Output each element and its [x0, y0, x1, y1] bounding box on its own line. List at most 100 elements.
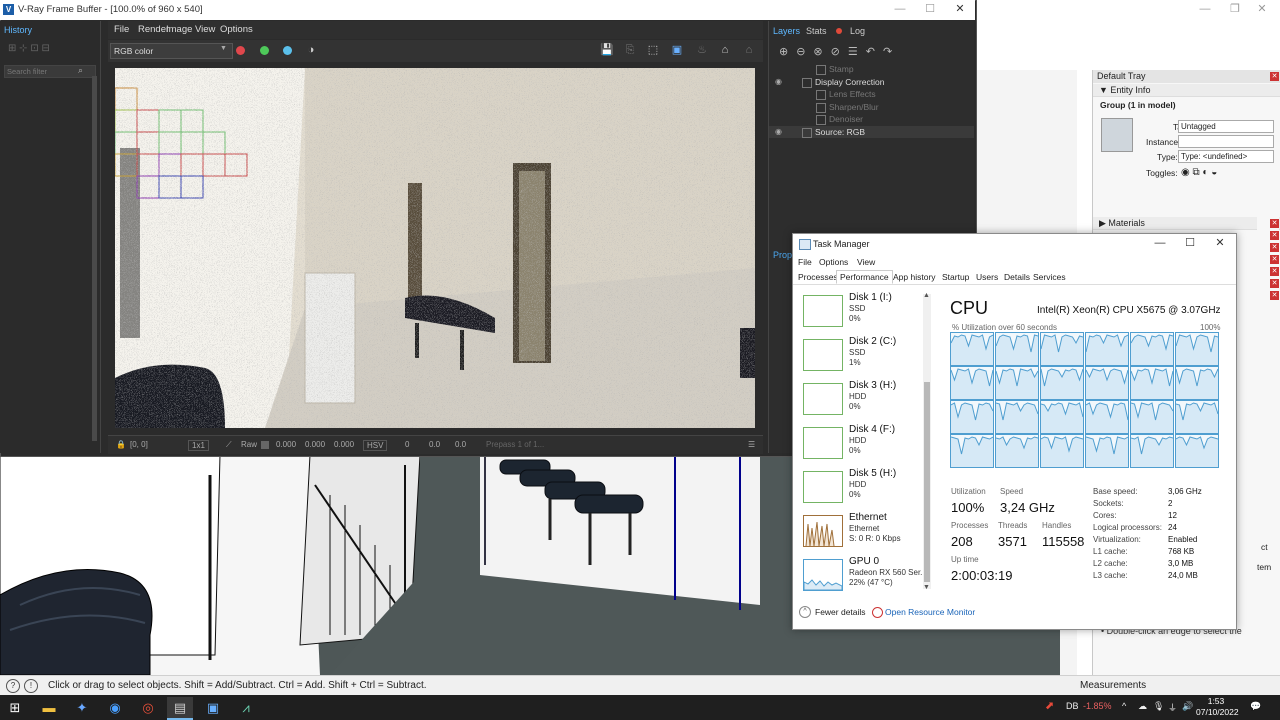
entity-info-section[interactable]: ▼ Entity Info — [1093, 84, 1280, 97]
chrome-icon[interactable]: ◎ — [135, 697, 161, 718]
info-icon[interactable]: ! — [24, 679, 38, 693]
fewer-details-link[interactable]: Fewer details — [815, 607, 866, 617]
notification-icon[interactable]: 💬 — [1250, 701, 1261, 712]
menu-image[interactable]: Image — [166, 24, 192, 35]
file-explorer-icon[interactable]: ▬ — [36, 697, 62, 718]
clock[interactable]: 1:53 07/10/2022 — [1196, 696, 1239, 718]
interactive-render-icon[interactable]: ♨ — [695, 43, 709, 57]
layer-toolbar-icons[interactable]: ⊕⊖⊗⊘☰↶↷ — [779, 45, 900, 58]
tab-processes[interactable]: Processes — [798, 272, 838, 282]
cloud-icon[interactable]: ☁ — [1138, 701, 1147, 712]
browser-icon[interactable]: ◉ — [102, 697, 128, 718]
channel-select[interactable]: RGB color — [110, 43, 233, 59]
save-all-icon[interactable]: ⎘ — [623, 43, 637, 57]
layer-row[interactable]: Lens Effects — [769, 88, 974, 100]
instance-field[interactable] — [1178, 135, 1274, 148]
render-icon[interactable]: ⌂ — [718, 43, 732, 57]
layer-row[interactable]: Stamp — [769, 63, 974, 75]
close-icon[interactable]: ✕ — [1270, 243, 1279, 252]
close-icon[interactable]: ✕ — [1270, 231, 1279, 240]
minimize-icon[interactable]: — — [1190, 0, 1220, 20]
close-icon[interactable]: ✕ — [1270, 291, 1279, 300]
blue-channel-toggle[interactable] — [283, 46, 292, 55]
red-channel-toggle[interactable] — [236, 46, 245, 55]
green-channel-toggle[interactable] — [260, 46, 269, 55]
history-toolbar-icons[interactable]: ⊞ ⊹ ⊡ ⊟ — [8, 43, 50, 54]
zoom-select[interactable]: 1x1 — [188, 440, 209, 451]
materials-section[interactable]: ▶ Materials — [1093, 217, 1280, 230]
layer-row[interactable]: Denoiser — [769, 113, 974, 125]
log-icon[interactable]: ☰ — [748, 440, 755, 449]
tab-details[interactable]: Details — [1004, 272, 1030, 282]
close-icon[interactable]: ✕ — [1205, 234, 1235, 254]
tab-services[interactable]: Services — [1033, 272, 1066, 282]
device-list-item[interactable]: Disk 1 (I:) SSD 0% — [801, 292, 931, 332]
layer-row[interactable]: ◉ Source: RGB — [769, 125, 974, 138]
close-icon[interactable]: ✕ — [1270, 279, 1279, 288]
layer-row[interactable]: Sharpen/Blur — [769, 101, 974, 113]
close-icon[interactable]: ✕ — [1270, 72, 1279, 81]
maximize-icon[interactable]: ☐ — [915, 0, 945, 20]
tag-select[interactable]: Untagged — [1178, 120, 1274, 133]
lock-icon[interactable]: 🔒 — [116, 440, 126, 449]
history-tab[interactable]: History — [4, 25, 32, 35]
tab-stats[interactable]: Stats — [806, 26, 827, 36]
volume-icon[interactable]: 🔊 — [1182, 701, 1193, 712]
help-icon[interactable]: ? — [6, 679, 20, 693]
chevron-up-icon[interactable]: ^ — [1122, 701, 1126, 711]
cpu-core-graphs[interactable] — [950, 332, 1219, 469]
device-list-scrollbar[interactable]: ▲ ▼ — [923, 292, 931, 591]
device-list-item[interactable]: Disk 3 (H:) HDD 0% — [801, 380, 931, 420]
eye-icon[interactable]: ◉ — [775, 76, 785, 88]
minimize-icon[interactable]: — — [885, 0, 915, 20]
close-icon[interactable]: ✕ — [1270, 267, 1279, 276]
usb-icon[interactable]: ⏚ — [1168, 701, 1177, 714]
device-list-item[interactable]: GPU 0 Radeon RX 560 Ser... 22% (47 °C) — [801, 556, 931, 591]
menu-file[interactable]: File — [114, 24, 129, 35]
menu-render[interactable]: Render — [138, 24, 169, 35]
close-icon[interactable]: ✕ — [1270, 219, 1279, 228]
history-scrollbar[interactable] — [92, 76, 97, 441]
maximize-icon[interactable]: ☐ — [1175, 234, 1205, 254]
chevron-down-icon[interactable]: ▼ — [923, 584, 930, 591]
tab-performance[interactable]: Performance — [836, 270, 893, 284]
menu-options[interactable]: Options — [819, 257, 848, 267]
start-icon[interactable]: ⊞ — [2, 697, 28, 718]
chevron-up-icon[interactable]: ^ — [799, 606, 811, 618]
save-image-icon[interactable]: 💾 — [600, 43, 614, 57]
close-icon[interactable]: ✕ — [1247, 0, 1277, 20]
restore-icon[interactable]: ❐ — [1220, 0, 1250, 20]
search-icon[interactable]: ⌕ — [78, 65, 83, 76]
scroll-thumb[interactable] — [924, 382, 930, 582]
toggle-icons[interactable]: ◉ ⧉ ◐ ◒ — [1181, 167, 1217, 178]
task-manager-taskbar-icon[interactable]: ⩘ — [233, 697, 259, 718]
device-list-item[interactable]: Disk 4 (F:) HDD 0% — [801, 424, 931, 464]
close-icon[interactable]: ✕ — [1270, 255, 1279, 264]
device-list-item[interactable]: Ethernet Ethernet S: 0 R: 0 Kbps — [801, 512, 931, 552]
menu-options[interactable]: Options — [220, 24, 253, 35]
open-resource-monitor-link[interactable]: Open Resource Monitor — [885, 607, 975, 617]
tab-startup[interactable]: Startup — [942, 272, 969, 282]
tab-app-history[interactable]: App history — [893, 272, 936, 282]
menu-file[interactable]: File — [798, 257, 812, 267]
type-select[interactable]: Type: <undefined> — [1178, 150, 1274, 163]
color-space-select[interactable]: HSV — [363, 440, 388, 451]
app-icon[interactable]: ✦ — [69, 697, 95, 718]
region-render-icon[interactable]: ⬚ — [646, 43, 660, 57]
tab-layers[interactable]: Layers — [773, 26, 800, 36]
mic-icon[interactable]: 🎙 — [1153, 701, 1164, 712]
device-list-item[interactable]: Disk 2 (C:) SSD 1% — [801, 336, 931, 376]
vray-taskbar-icon[interactable]: ▣ — [200, 697, 226, 718]
track-mouse-icon[interactable]: ▣ — [670, 43, 684, 57]
properties-tab[interactable]: Prop — [773, 250, 792, 260]
menu-view[interactable]: View — [857, 257, 875, 267]
sketchup-taskbar-icon[interactable]: ▤ — [167, 697, 193, 720]
close-icon[interactable]: ✕ — [945, 0, 975, 20]
chevron-up-icon[interactable]: ▲ — [923, 292, 930, 299]
tab-log[interactable]: Log — [850, 26, 865, 36]
menu-view[interactable]: View — [195, 24, 215, 35]
render-view[interactable] — [115, 68, 755, 428]
stop-render-icon[interactable]: ⌂ — [742, 43, 756, 57]
material-swatch[interactable] — [1101, 118, 1133, 152]
layer-row[interactable]: ◉ Display Correction — [769, 76, 974, 88]
